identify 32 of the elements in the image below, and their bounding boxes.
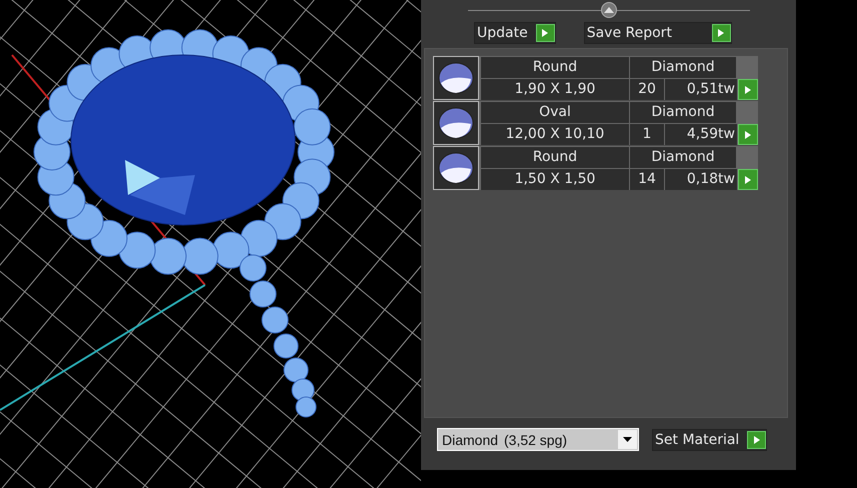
play-button[interactable]	[536, 24, 555, 42]
material-cell: Diamond	[630, 102, 737, 123]
play-icon	[745, 130, 751, 138]
count-cell: 20	[630, 79, 664, 100]
material-cell: Diamond	[630, 57, 737, 78]
shape-cell: Round	[481, 57, 629, 78]
material-name: Diamond	[442, 432, 500, 448]
play-button[interactable]	[712, 24, 731, 42]
play-icon	[754, 436, 760, 444]
weight-cell: 4,59tw	[665, 124, 737, 145]
splitter-handle[interactable]	[601, 2, 617, 18]
play-icon	[718, 29, 724, 37]
weight-cell: 0,18tw	[665, 169, 737, 190]
material-density: (3,52 spg)	[504, 432, 568, 448]
material-dropdown[interactable]: Diamond (3,52 spg)	[437, 428, 639, 451]
button-label: Save Report	[586, 25, 673, 41]
size-cell: 1,50 X 1,50	[481, 169, 629, 190]
count-cell: 14	[630, 169, 664, 190]
button-label: Set Material	[654, 432, 740, 448]
play-icon	[745, 86, 751, 94]
size-cell: 1,90 X 1,90	[481, 79, 629, 100]
shape-cell: Round	[481, 147, 629, 168]
shape-cell: Oval	[481, 102, 629, 123]
caret-up-icon	[604, 7, 614, 13]
play-button[interactable]	[747, 430, 766, 448]
count-cell: 1	[630, 124, 664, 145]
play-icon	[745, 176, 751, 184]
size-cell: 12,00 X 10,10	[481, 124, 629, 145]
material-cell: Diamond	[630, 147, 737, 168]
play-icon	[542, 29, 548, 37]
weight-cell: 0,51tw	[665, 79, 737, 100]
button-label: Update	[476, 25, 529, 41]
